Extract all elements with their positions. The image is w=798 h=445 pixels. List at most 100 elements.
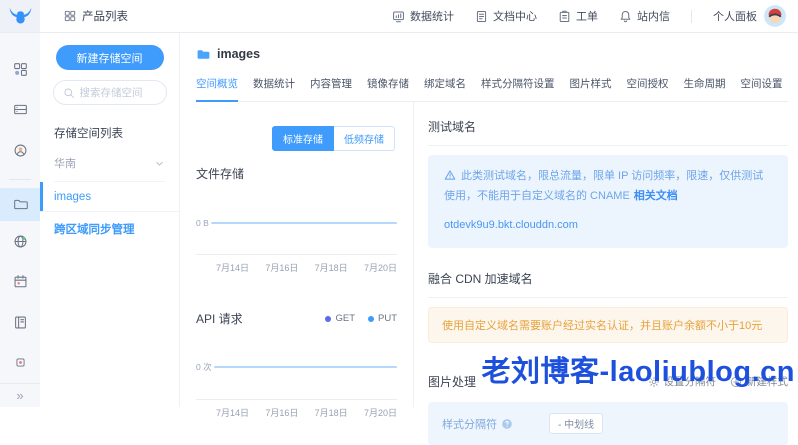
host-icon xyxy=(13,102,28,117)
bucket-search xyxy=(53,80,167,105)
style-separator-box: 样式分隔符 - 中划线 xyxy=(428,402,788,445)
bucket-item-label: images xyxy=(54,191,91,203)
separator-value-chip[interactable]: - 中划线 xyxy=(549,413,603,434)
rail-divider xyxy=(9,179,31,180)
topbar-item-label: 文档中心 xyxy=(493,8,537,24)
tab-数据统计[interactable]: 数据统计 xyxy=(253,76,295,101)
brand-logo[interactable] xyxy=(0,0,40,32)
charts-column: 标准存储低频存储 文件存储 0 B 7月14日7月16日7月18日7月20日 A… xyxy=(196,102,414,407)
body-row: » 新建存储空间 存储空间列表 华南 images 跨区域同步管理 images xyxy=(0,33,798,407)
chart-title: API 请求 xyxy=(196,310,243,327)
panels: 标准存储低频存储 文件存储 0 B 7月14日7月16日7月18日7月20日 A… xyxy=(196,102,788,407)
rail-item-host[interactable] xyxy=(0,90,40,131)
gear-icon xyxy=(648,376,660,388)
account-icon xyxy=(13,143,28,158)
api-requests-chart: 0 次 xyxy=(196,327,397,373)
tab-空间设置[interactable]: 空间设置 xyxy=(741,76,783,101)
ticket-icon xyxy=(558,10,571,23)
top-bar: 产品列表 数据统计 文档中心 工单 站内信 个人面板 xyxy=(0,0,798,33)
legend-item-get[interactable]: GET xyxy=(325,313,355,324)
page-title: images xyxy=(217,47,260,61)
tab-样式分隔符设置[interactable]: 样式分隔符设置 xyxy=(481,76,555,101)
topbar-item-label: 工单 xyxy=(576,8,598,24)
rail-item-pin[interactable] xyxy=(0,342,40,383)
x-axis: 7月14日7月16日7月18日7月20日 xyxy=(196,254,397,274)
action-plus-circle[interactable]: 新建样式 xyxy=(730,374,788,389)
action-label: 设置分隔符 xyxy=(664,374,717,389)
style-separator-label: 样式分隔符 xyxy=(442,416,497,432)
flat-series-line xyxy=(211,222,397,224)
library-icon xyxy=(13,315,28,330)
chart-title: 文件存储 xyxy=(196,165,244,182)
bucket-search-input[interactable] xyxy=(80,87,157,99)
chevron-down-icon xyxy=(154,158,165,169)
x-tick-label: 7月16日 xyxy=(265,261,298,274)
tab-空间概览[interactable]: 空间概览 xyxy=(196,76,238,102)
create-bucket-button[interactable]: 新建存储空间 xyxy=(56,45,164,70)
action-gear[interactable]: 设置分隔符 xyxy=(648,374,717,389)
topbar-item-bell[interactable]: 站内信 xyxy=(619,8,670,24)
help-icon[interactable] xyxy=(501,418,513,430)
avatar[interactable] xyxy=(764,5,786,27)
y-axis-zero-label: 0 B xyxy=(196,218,209,228)
cdn-domain-warning: 使用自定义域名需要账户经过实名认证，并且账户余额不小于10元 xyxy=(428,307,788,343)
y-axis-zero-label: 0 次 xyxy=(196,361,212,373)
topbar-item-stats[interactable]: 数据统计 xyxy=(392,8,454,24)
api-chart-header: API 请求 GET PUT xyxy=(196,310,397,327)
rail-item-calendar[interactable] xyxy=(0,261,40,302)
notice-line: 此类测试域名，限总流量，限单 IP 访问频率，限速，仅供测试使用，不能用于自定义… xyxy=(444,167,772,207)
tab-bar: 空间概览数据统计内容管理镜像存储绑定域名样式分隔符设置图片样式空间授权生命周期空… xyxy=(196,76,788,102)
style-separator-label-wrap: 样式分隔符 xyxy=(442,416,513,432)
bull-logo-icon xyxy=(8,6,33,26)
legend-item-put[interactable]: PUT xyxy=(368,313,397,324)
tab-绑定域名[interactable]: 绑定域名 xyxy=(424,76,466,101)
personal-panel-button[interactable]: 个人面板 xyxy=(713,5,786,27)
x-tick-label: 7月20日 xyxy=(364,261,397,274)
bucket-header: images xyxy=(196,33,788,61)
rail-item-account[interactable] xyxy=(0,130,40,171)
warning-triangle-icon xyxy=(444,169,456,181)
sidebar-item-bucket-images[interactable]: images xyxy=(40,182,179,212)
tab-生命周期[interactable]: 生命周期 xyxy=(684,76,726,101)
test-domain-url[interactable]: otdevk9u9.bkt.clouddn.com xyxy=(444,216,772,236)
legend-dot-icon xyxy=(368,316,374,322)
storage-toggle-option-1[interactable]: 低频存储 xyxy=(334,126,395,151)
rail-item-globe[interactable] xyxy=(0,221,40,262)
storage-toggle-option-0[interactable]: 标准存储 xyxy=(272,126,334,151)
region-value: 华南 xyxy=(54,155,76,171)
tab-图片样式[interactable]: 图片样式 xyxy=(570,76,612,101)
personal-panel-label: 个人面板 xyxy=(713,8,757,24)
chevrons-right-icon[interactable]: » xyxy=(0,383,40,407)
tab-空间授权[interactable]: 空间授权 xyxy=(627,76,669,101)
legend-label: PUT xyxy=(378,313,397,324)
globe-icon xyxy=(13,234,28,249)
bucket-folder-icon xyxy=(13,197,28,212)
legend-dot-icon xyxy=(325,316,331,322)
product-list-button[interactable]: 产品列表 xyxy=(64,8,128,24)
zero-value-line: 0 次 xyxy=(196,361,397,373)
x-tick-label: 7月20日 xyxy=(364,406,397,419)
plus-circle-icon xyxy=(730,376,742,388)
rail-item-library[interactable] xyxy=(0,302,40,343)
details-column: 测试域名 此类测试域名，限总流量，限单 IP 访问频率，限速，仅供测试使用，不能… xyxy=(414,102,788,407)
tab-内容管理[interactable]: 内容管理 xyxy=(310,76,352,101)
sidebar-item-cross-region-sync[interactable]: 跨区域同步管理 xyxy=(40,212,179,246)
main-content: images 空间概览数据统计内容管理镜像存储绑定域名样式分隔符设置图片样式空间… xyxy=(180,33,798,407)
related-docs-link[interactable]: 相关文档 xyxy=(634,190,678,202)
zero-value-line: 0 B xyxy=(196,218,397,228)
tab-镜像存储[interactable]: 镜像存储 xyxy=(367,76,409,101)
bucket-list-title: 存储空间列表 xyxy=(54,125,179,141)
chart-legend: GET PUT xyxy=(325,313,397,324)
rail-item-bucket-folder[interactable] xyxy=(0,188,40,221)
x-axis: 7月14日7月16日7月18日7月20日 xyxy=(196,399,397,419)
topbar-item-docs[interactable]: 文档中心 xyxy=(475,8,537,24)
test-domain-notice-box: 此类测试域名，限总流量，限单 IP 访问频率，限速，仅供测试使用，不能用于自定义… xyxy=(428,155,788,248)
search-icon xyxy=(63,87,75,99)
team-icon xyxy=(13,62,28,77)
action-label: 新建样式 xyxy=(746,374,788,389)
topbar-item-ticket[interactable]: 工单 xyxy=(558,8,598,24)
region-select[interactable]: 华南 xyxy=(54,155,165,182)
rail-item-team[interactable] xyxy=(0,49,40,90)
x-tick-label: 7月16日 xyxy=(265,406,298,419)
pin-icon xyxy=(14,356,27,369)
